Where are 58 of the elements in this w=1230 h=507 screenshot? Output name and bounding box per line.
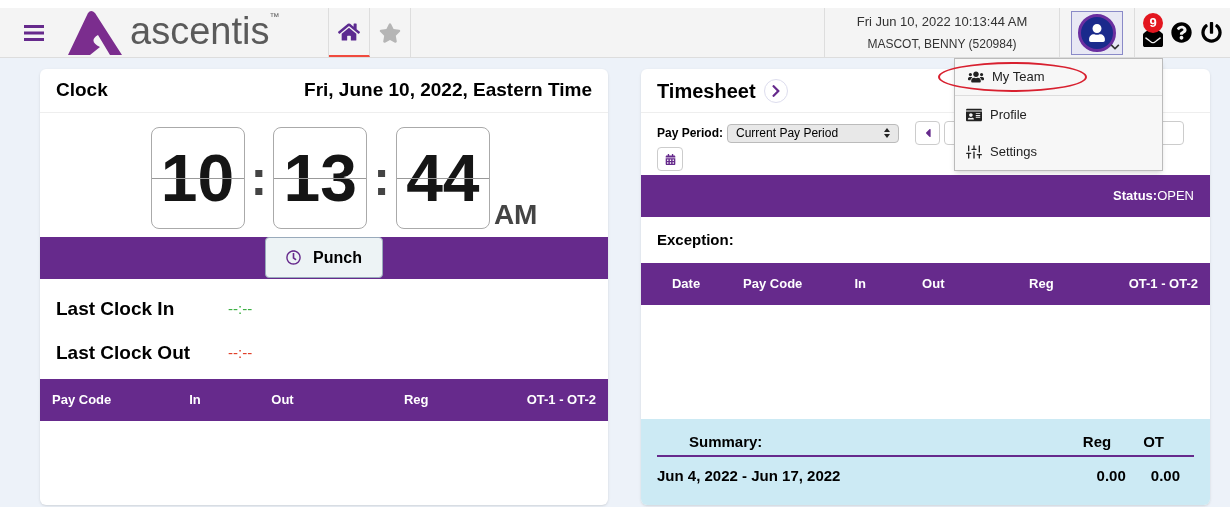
exception-label: Exception: [657, 229, 734, 250]
column-header: Pay Code [52, 391, 113, 410]
last-clock-label: Last Clock In [56, 296, 176, 321]
menu-item[interactable]: Profile [955, 96, 1038, 133]
column-header: In [188, 391, 202, 410]
column-header: Date [671, 275, 702, 294]
column-header: OT-1 - OT-2 [525, 391, 596, 410]
card-title: Clock [56, 78, 108, 103]
clock-date: Fri, June 10, 2022, Eastern Time [304, 78, 592, 103]
home-tab[interactable] [329, 8, 370, 57]
column-header: Out [921, 275, 946, 294]
brand-name: ascentis™ [130, 11, 280, 50]
last-clock-value: --:-- [228, 298, 253, 319]
summary-column: OT [1143, 431, 1164, 454]
notification-badge: 9 [1143, 12, 1164, 33]
clock-separator: : [250, 148, 268, 208]
clock-digit-card: 13 [273, 127, 368, 229]
menu-item[interactable]: My Team [938, 62, 1087, 92]
profile-icon [966, 106, 982, 123]
star-icon [379, 21, 401, 44]
status-text: Status:OPEN [1113, 187, 1194, 206]
column-header: OT-1 - OT-2 [1127, 275, 1198, 294]
summary-range: Jun 4, 2022 - Jun 17, 2022 [657, 465, 842, 486]
punch-button[interactable]: Punch [265, 237, 383, 278]
team-icon [968, 69, 984, 85]
calendar-button[interactable] [657, 147, 683, 171]
last-clock-value: --:-- [228, 342, 253, 363]
column-header: Reg [1028, 275, 1055, 294]
help-icon[interactable] [1171, 22, 1193, 43]
avatar-icon [1078, 13, 1116, 52]
home-icon [338, 20, 360, 43]
pay-period-label: Pay Period: [657, 125, 724, 142]
summary-value: 0.00 [1150, 465, 1180, 486]
summary-column: Reg [1082, 431, 1112, 454]
column-header: Out [270, 391, 295, 410]
pay-period-select[interactable]: Current Pay Period [727, 123, 900, 143]
column-header: Pay Code [742, 275, 804, 294]
meridiem: AM [493, 201, 538, 229]
card-title: Timesheet [657, 78, 756, 104]
current-datetime: Fri Jun 10, 2022 10:13:44 AM [856, 12, 1028, 31]
column-header: Reg [402, 391, 430, 410]
clock-separator: : [373, 148, 390, 208]
settings-icon [966, 143, 982, 160]
summary-value: 0.00 [1096, 465, 1126, 486]
summary-title: Summary: [689, 432, 764, 452]
clock-digit-card: 44 [395, 127, 490, 229]
menu-item[interactable]: Settings [955, 133, 1048, 170]
power-icon[interactable] [1200, 22, 1222, 43]
calendar-icon [664, 153, 676, 165]
clock-digit-card: 10 [150, 127, 245, 229]
user-avatar-button[interactable] [1071, 10, 1123, 55]
last-clock-label: Last Clock Out [56, 340, 192, 365]
column-header: In [853, 275, 868, 294]
select-arrows-icon [884, 128, 891, 138]
clock-icon [286, 250, 302, 265]
previous-button[interactable] [915, 121, 941, 145]
chevron-icon [1110, 41, 1120, 52]
user-name: MASCOT, BENNY (520984) [867, 36, 1017, 54]
